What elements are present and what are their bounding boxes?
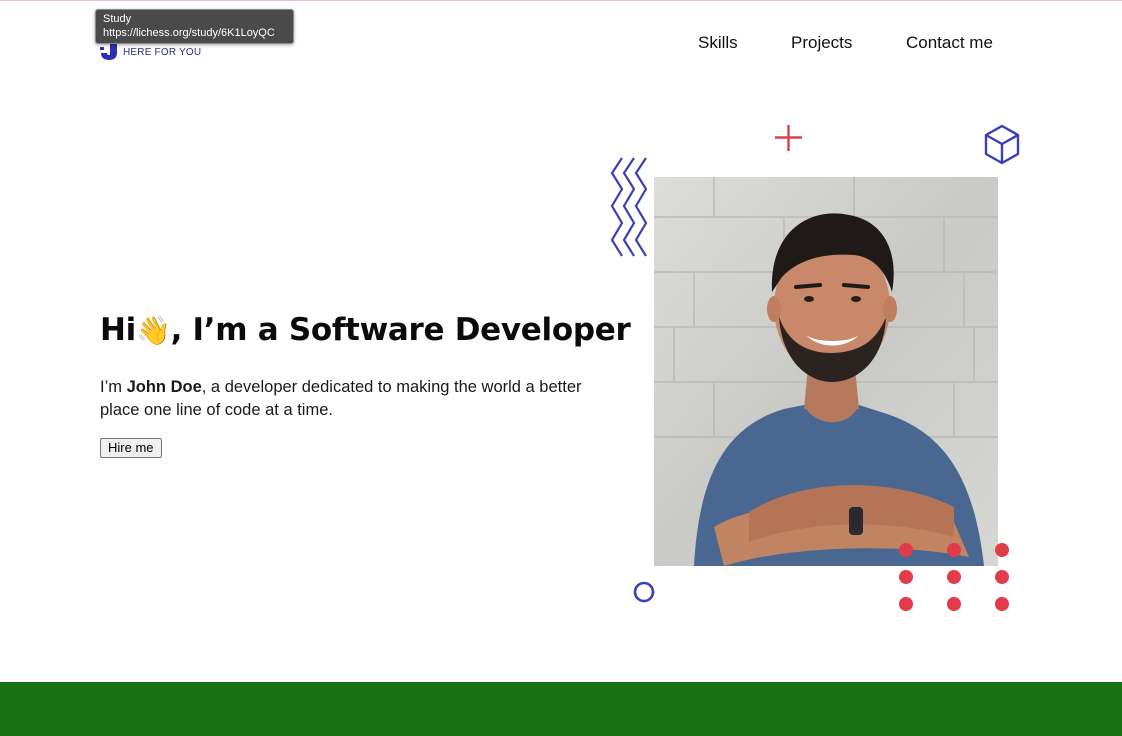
hero-title-greeting: Hi bbox=[100, 312, 136, 348]
nav-link-skills[interactable]: Skills bbox=[698, 33, 738, 53]
waving-hand-icon: 👋 bbox=[135, 314, 171, 347]
hero-intro-prefix: I’m bbox=[100, 378, 127, 396]
nav-link-projects[interactable]: Projects bbox=[791, 33, 852, 53]
hero-title: Hi👋, I’m a Software Developer bbox=[100, 306, 631, 355]
zigzag-icon bbox=[610, 157, 648, 257]
hero-description: I’m John Doe, a developer dedicated to m… bbox=[100, 376, 610, 422]
hire-me-button[interactable]: Hire me bbox=[100, 438, 162, 458]
footer-section bbox=[0, 682, 1122, 736]
developer-name: John Doe bbox=[126, 378, 202, 396]
page: HERE FOR YOU Study https://lichess.org/s… bbox=[0, 0, 1122, 736]
nav-link-contact[interactable]: Contact me bbox=[906, 33, 993, 53]
dot-grid-icon bbox=[899, 543, 1009, 611]
cube-icon bbox=[984, 124, 1020, 165]
main-nav: Skills Projects Contact me bbox=[0, 33, 1122, 55]
plus-icon bbox=[775, 125, 802, 151]
top-divider bbox=[0, 0, 1122, 1]
hero-title-role: , I’m a Software Developer bbox=[170, 312, 631, 348]
developer-photo-illustration bbox=[654, 177, 998, 566]
tooltip-title: Study bbox=[103, 13, 132, 25]
developer-photo bbox=[654, 177, 998, 566]
ring-icon bbox=[633, 581, 655, 603]
